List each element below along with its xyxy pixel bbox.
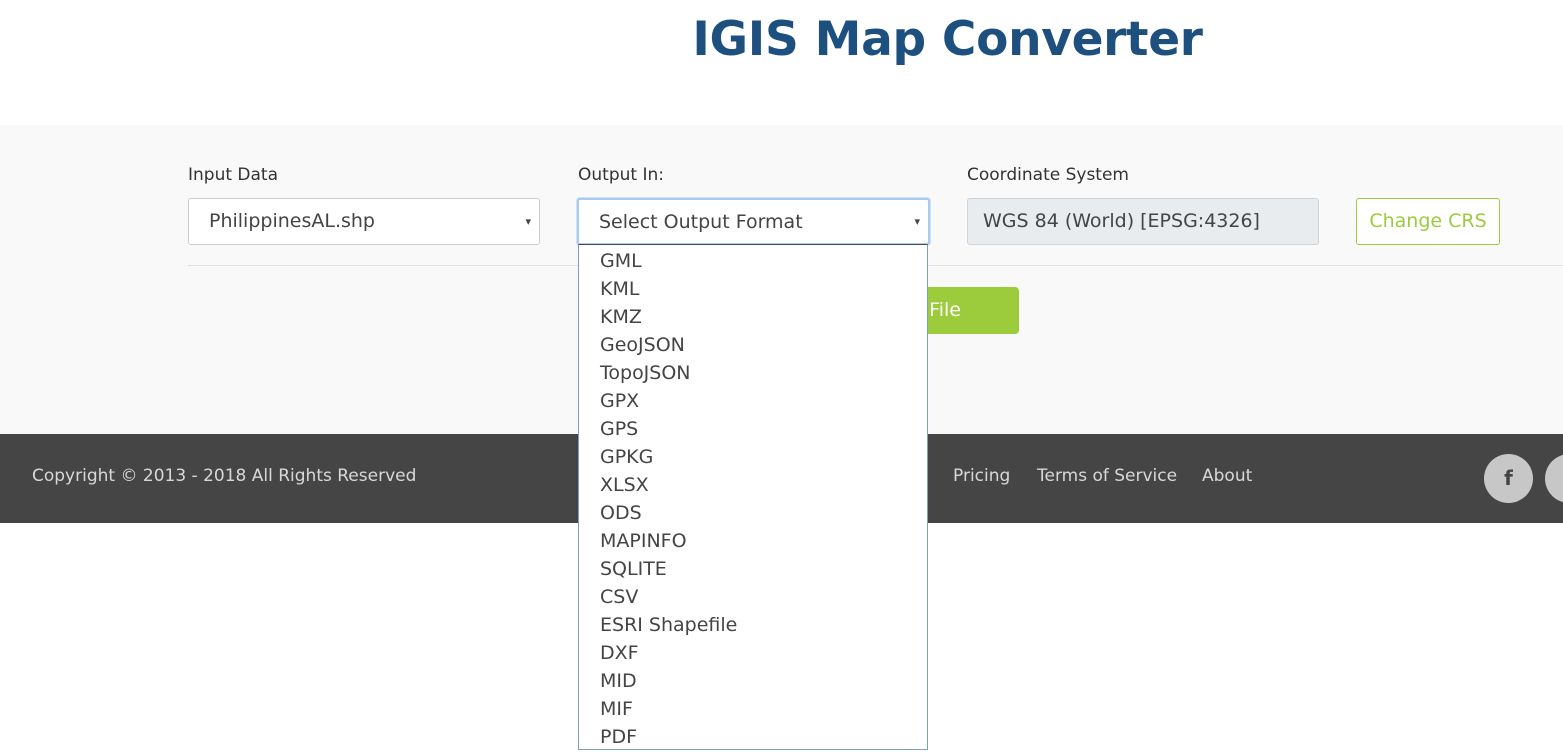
dropdown-option-mif[interactable]: MIF (579, 695, 927, 723)
dropdown-option-mid[interactable]: MID (579, 667, 927, 695)
dropdown-option-gpkg[interactable]: GPKG (579, 443, 927, 471)
coordinate-system-label: Coordinate System (967, 165, 1129, 185)
chevron-down-icon: ▾ (914, 215, 920, 228)
footer-link-pricing[interactable]: Pricing (953, 466, 1010, 486)
coordinate-system-field: WGS 84 (World) [EPSG:4326] (967, 198, 1319, 245)
output-format-select[interactable]: Select Output Format ▾ (577, 198, 930, 245)
dropdown-option-kmz[interactable]: KMZ (579, 303, 927, 331)
dropdown-option-dxf[interactable]: DXF (579, 639, 927, 667)
input-data-select[interactable]: PhilippinesAL.shp ▾ (188, 198, 540, 245)
input-data-value: PhilippinesAL.shp (209, 210, 375, 232)
change-crs-button[interactable]: Change CRS (1356, 198, 1500, 245)
footer-link-terms[interactable]: Terms of Service (1037, 466, 1177, 486)
dropdown-option-topojson[interactable]: TopoJSON (579, 359, 927, 387)
dropdown-option-pdf[interactable]: PDF (579, 723, 927, 749)
output-format-value: Select Output Format (599, 211, 803, 233)
dropdown-option-kml[interactable]: KML (579, 275, 927, 303)
dropdown-option-esri-shapefile[interactable]: ESRI Shapefile (579, 611, 927, 639)
dropdown-option-mapinfo[interactable]: MAPINFO (579, 527, 927, 555)
facebook-icon[interactable]: f (1484, 454, 1533, 503)
chevron-down-icon: ▾ (525, 215, 531, 228)
dropdown-option-geojson[interactable]: GeoJSON (579, 331, 927, 359)
input-data-label: Input Data (188, 165, 279, 185)
dropdown-option-gpx[interactable]: GPX (579, 387, 927, 415)
output-in-label: Output In: (578, 165, 664, 185)
output-format-dropdown: GML KML KMZ GeoJSON TopoJSON GPX GPS GPK… (578, 244, 928, 750)
footer-link-about[interactable]: About (1202, 466, 1252, 486)
dropdown-option-csv[interactable]: CSV (579, 583, 927, 611)
dropdown-option-sqlite[interactable]: SQLITE (579, 555, 927, 583)
dropdown-option-gps[interactable]: GPS (579, 415, 927, 443)
copyright-text: Copyright © 2013 - 2018 All Rights Reser… (32, 466, 417, 486)
dropdown-option-gml[interactable]: GML (579, 247, 927, 275)
dropdown-option-ods[interactable]: ODS (579, 499, 927, 527)
page-title: IGIS Map Converter (692, 12, 1203, 67)
dropdown-option-xlsx[interactable]: XLSX (579, 471, 927, 499)
